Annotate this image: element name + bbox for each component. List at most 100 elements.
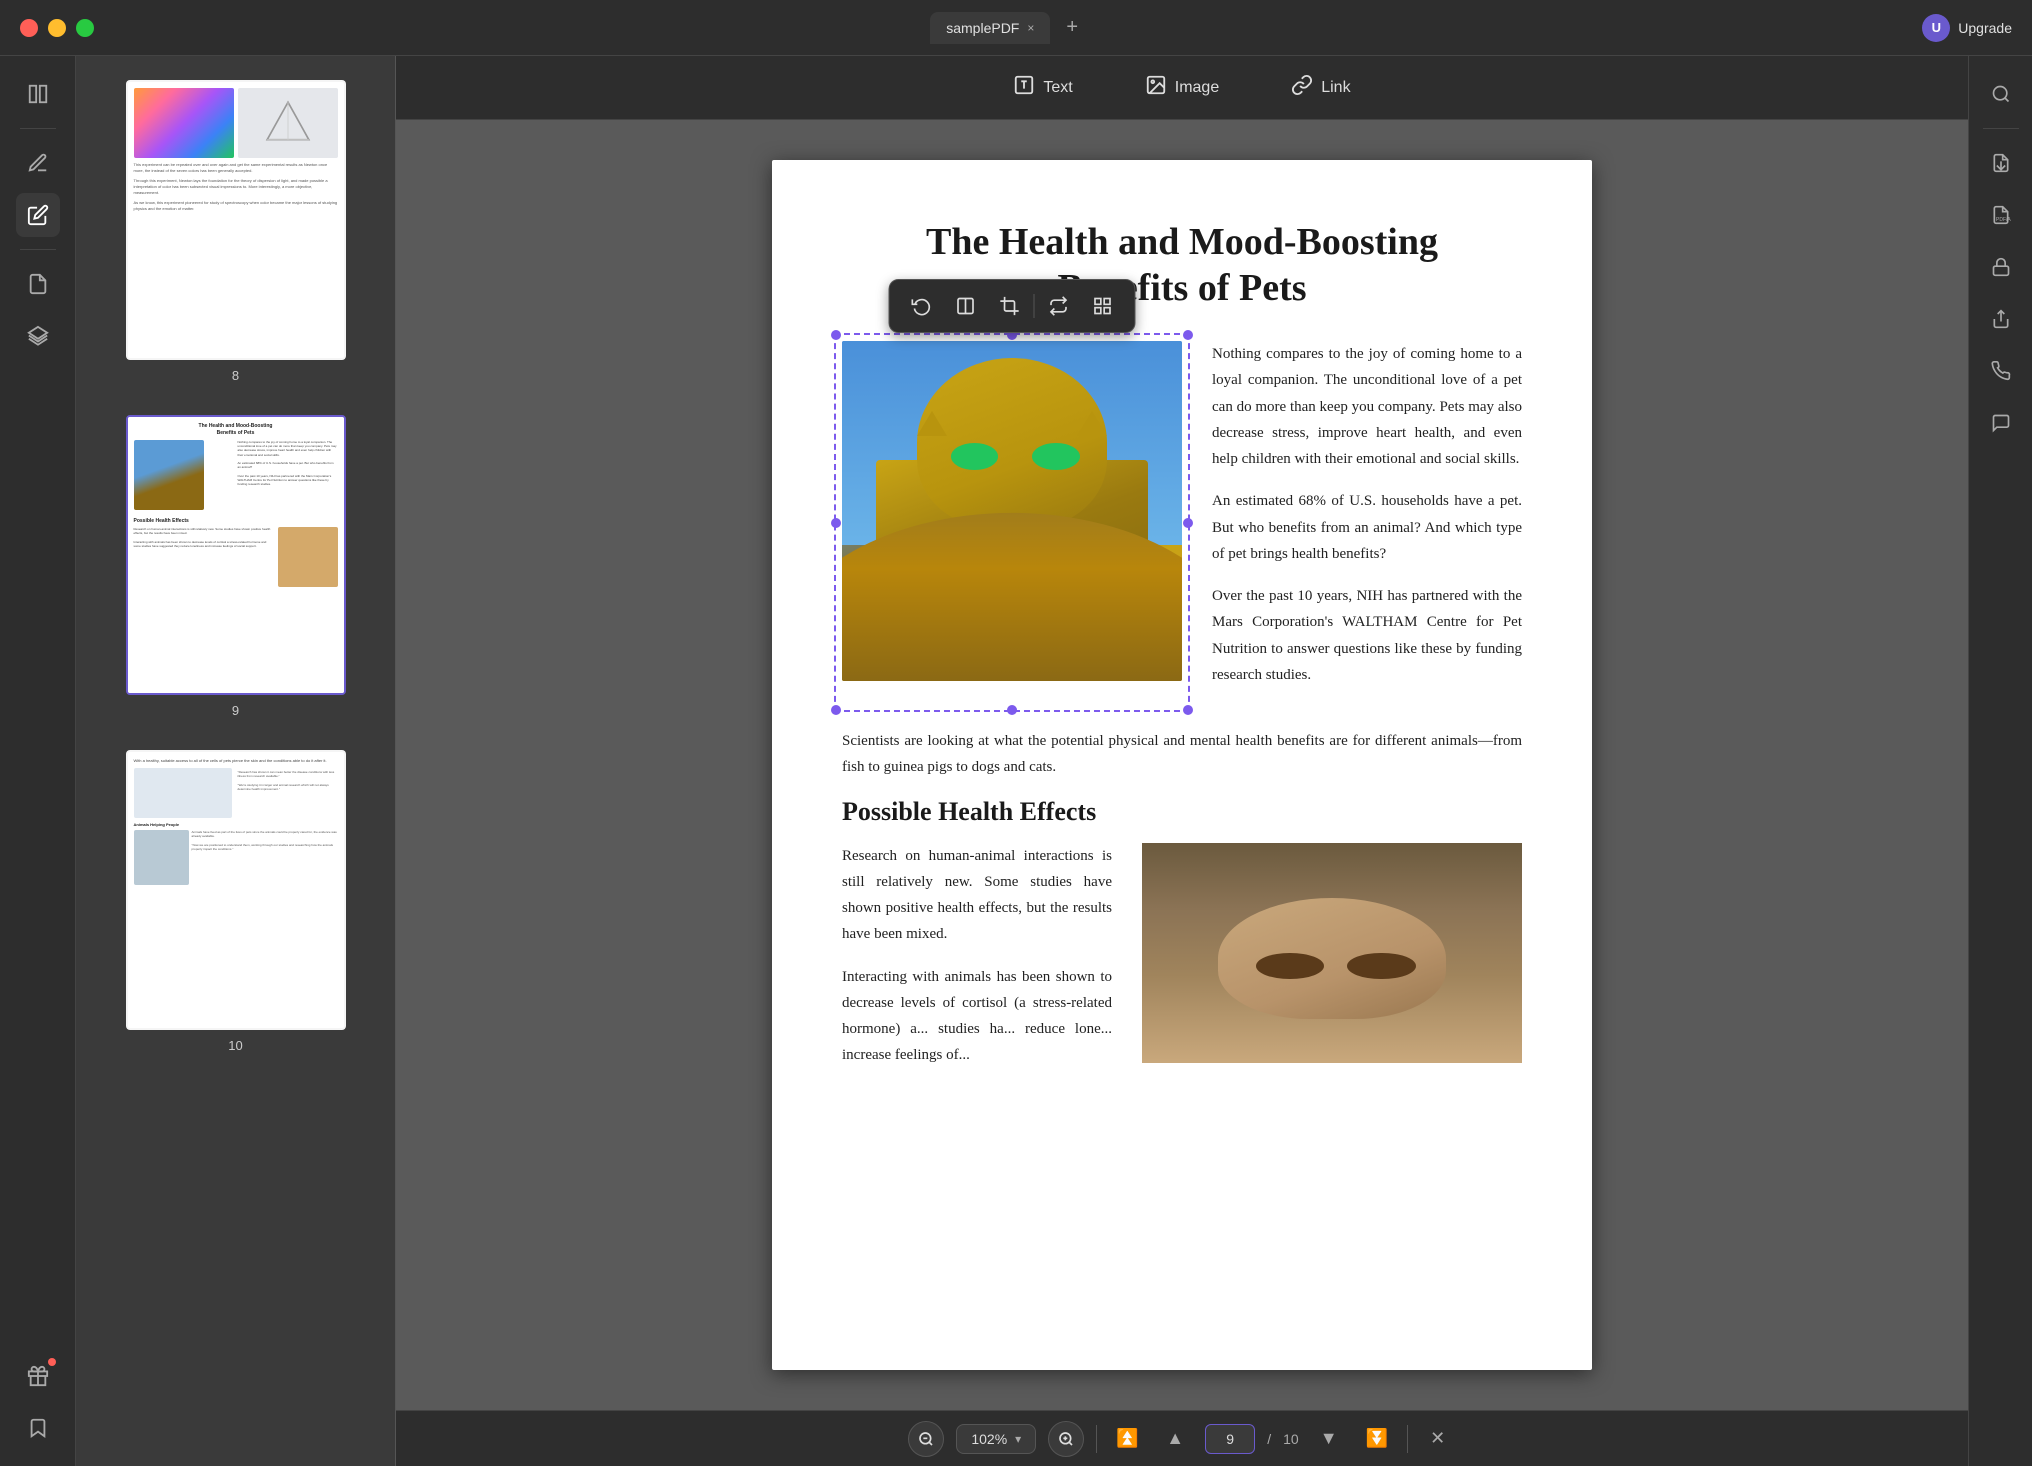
bar-divider-1 [1096,1425,1097,1453]
tab-samplepdf[interactable]: samplePDF × [930,12,1050,44]
para1: Nothing compares to the joy of coming ho… [1212,341,1522,472]
thumb-9-num: 9 [232,703,239,718]
maximize-window-button[interactable] [76,19,94,37]
right-convert-icon[interactable] [1979,141,2023,185]
bar-divider-2 [1407,1425,1408,1453]
image-tool-button[interactable]: Image [1129,66,1235,109]
right-lock-icon[interactable] [1979,245,2023,289]
sidebar-bottom [16,1354,60,1450]
prev-page-button[interactable]: ▲ [1157,1421,1193,1457]
right-sidebar: PDF/A [1968,56,2032,1466]
float-flip[interactable] [946,288,986,324]
page-separator: / [1267,1431,1271,1447]
thumbnail-page-9[interactable]: The Health and Mood-BoostingBenefits of … [76,407,395,726]
tab-label: samplePDF [946,20,1019,36]
zoom-chevron-icon: ▾ [1015,1432,1021,1446]
sidebar-pages-icon[interactable] [16,262,60,306]
cat-image-col [842,341,1182,704]
window-controls [20,19,94,37]
titlebar: samplePDF × + U Upgrade [0,0,2032,56]
float-crop[interactable] [990,288,1030,324]
close-tab-button[interactable]: × [1027,21,1034,35]
float-divider-1 [1034,294,1035,318]
text-tool-button[interactable]: Text [997,66,1088,109]
top-toolbar: Text Image [396,56,1968,120]
thumb-8-num: 8 [232,368,239,383]
thumbnail-page-10[interactable]: With a healthy, suitable access to all o… [76,742,395,1061]
para3: Over the past 10 years, NIH has partnere… [1212,583,1522,688]
link-tool-label: Link [1321,79,1350,97]
add-tab-button[interactable]: + [1058,12,1086,43]
tab-area: samplePDF × + [930,12,1086,44]
pdf-viewport[interactable]: The Health and Mood-Boosting Benefits of… [396,120,1968,1410]
content-area: Text Image [396,56,1968,1466]
sidebar-gift-icon[interactable] [16,1354,60,1398]
para4: Scientists are looking at what the poten… [842,728,1522,781]
two-col-section: Nothing compares to the joy of coming ho… [842,341,1522,704]
zoom-display[interactable]: 102% ▾ [956,1424,1036,1454]
right-comment-icon[interactable] [1979,401,2023,445]
thumb-9-wrapper: The Health and Mood-BoostingBenefits of … [126,415,346,695]
page-input[interactable] [1205,1424,1255,1454]
thumbnail-page-8[interactable]: This experiment can be repeated over and… [76,72,395,391]
zoom-level: 102% [971,1431,1007,1447]
right-pdfa-icon[interactable]: PDF/A [1979,193,2023,237]
image-tool-label: Image [1175,79,1219,97]
float-arrange[interactable] [1083,288,1123,324]
sidebar-bookmark-icon[interactable] [16,1406,60,1450]
text-icon [1013,74,1035,101]
sidebar-panel-icon[interactable] [16,72,60,116]
right-search-icon[interactable] [1979,72,2023,116]
main-text-col: Nothing compares to the joy of coming ho… [1212,341,1522,704]
section-title: Possible Health Effects [842,797,1522,827]
right-share-icon[interactable] [1979,297,2023,341]
sidebar-divider-1 [20,128,56,129]
thumbnail-panel: This experiment can be repeated over and… [76,56,396,1466]
minimize-window-button[interactable] [48,19,66,37]
thumb-10-wrapper: With a healthy, suitable access to all o… [126,750,346,1030]
para6: Interacting with animals has been shown … [842,964,1112,1069]
sidebar-annotate-icon[interactable] [16,193,60,237]
link-icon [1291,74,1313,101]
image-icon [1145,74,1167,101]
two-col-bottom: Research on human-animal interactions is… [842,843,1522,1085]
upgrade-label: Upgrade [1958,20,2012,36]
right-divider-1 [1983,128,2019,129]
right-validate-icon[interactable] [1979,349,2023,393]
health-text-col: Research on human-animal interactions is… [842,843,1112,1085]
dog-image [1142,843,1522,1063]
bottom-bar: 102% ▾ ⏫ ▲ / 10 ▼ ⏬ ✕ [396,1410,1968,1466]
svg-text:PDF/A: PDF/A [1996,217,2011,223]
notification-dot [48,1358,56,1366]
float-replace[interactable] [1039,288,1079,324]
text-tool-label: Text [1043,79,1072,97]
float-rotate-left[interactable] [902,288,942,324]
close-toolbar-button[interactable]: ✕ [1420,1421,1456,1457]
avatar: U [1922,14,1950,42]
link-tool-button[interactable]: Link [1275,66,1366,109]
thumb-10-num: 10 [228,1038,242,1053]
floating-toolbar [889,279,1136,333]
total-pages: 10 [1283,1431,1299,1447]
close-window-button[interactable] [20,19,38,37]
first-page-button[interactable]: ⏫ [1109,1421,1145,1457]
sidebar-edit-icon[interactable] [16,141,60,185]
sidebar-layers-icon[interactable] [16,314,60,358]
left-sidebar [0,56,76,1466]
main-container: This experiment can be repeated over and… [0,56,2032,1466]
zoom-in-button[interactable] [1048,1421,1084,1457]
cat-image [842,341,1182,681]
para5: Research on human-animal interactions is… [842,843,1112,948]
sidebar-divider-2 [20,249,56,250]
thumb-9-content: The Health and Mood-BoostingBenefits of … [128,417,344,693]
thumb-10-content: With a healthy, suitable access to all o… [128,752,344,1028]
next-page-button[interactable]: ▼ [1311,1421,1347,1457]
title-line1: The Health and Mood-Boosting [926,221,1438,263]
upgrade-area[interactable]: U Upgrade [1922,14,2012,42]
last-page-button[interactable]: ⏬ [1359,1421,1395,1457]
thumb-8-content: This experiment can be repeated over and… [128,82,344,358]
thumb-8-wrapper: This experiment can be repeated over and… [126,80,346,360]
zoom-out-button[interactable] [908,1421,944,1457]
pdf-page: The Health and Mood-Boosting Benefits of… [772,160,1592,1370]
para2: An estimated 68% of U.S. households have… [1212,488,1522,567]
